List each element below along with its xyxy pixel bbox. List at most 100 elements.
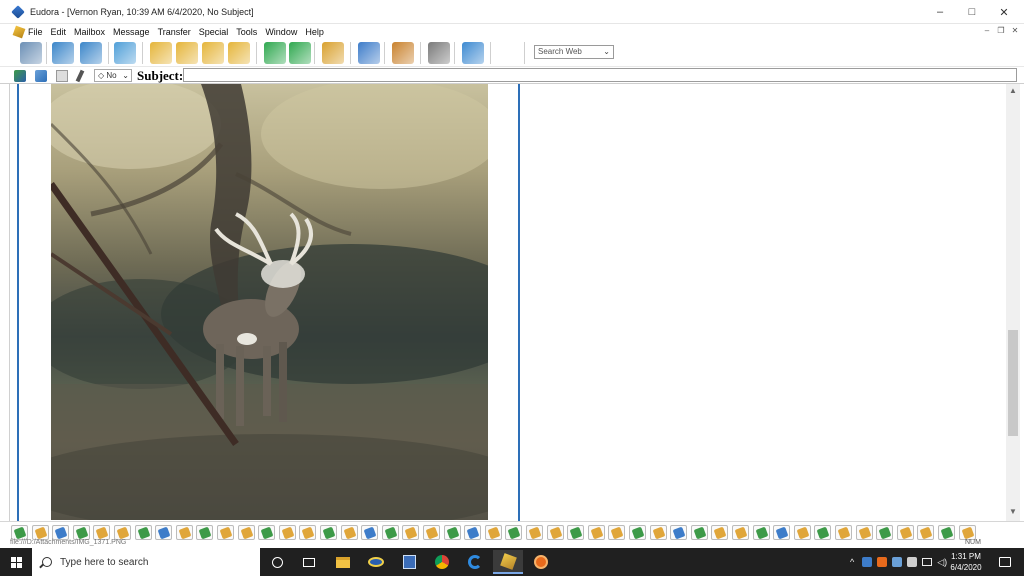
menu-transfer[interactable]: Transfer	[158, 27, 191, 37]
child-minimize-button[interactable]: –	[980, 26, 994, 35]
mailbox-button[interactable]	[711, 525, 729, 540]
send-queued-button[interactable]	[80, 42, 102, 64]
mailbox-button[interactable]	[134, 525, 152, 540]
mailbox-button[interactable]	[917, 525, 935, 540]
scrollbar-thumb[interactable]	[1008, 330, 1018, 436]
mailbox-button[interactable]	[752, 525, 770, 540]
mailbox-button[interactable]	[876, 525, 894, 540]
scroll-up-arrow-icon[interactable]: ▲	[1006, 86, 1020, 95]
attach-file-button[interactable]	[322, 42, 344, 64]
mailbox-button[interactable]	[196, 525, 214, 540]
maximize-button[interactable]: □	[956, 0, 988, 24]
mailbox-button[interactable]	[237, 525, 255, 540]
taskbar-search-box[interactable]: Type here to search	[32, 548, 260, 576]
taskbar-eudora[interactable]	[493, 550, 523, 574]
mailbox-button[interactable]	[278, 525, 296, 540]
taskbar-clock[interactable]: 1:31 PM 6/4/2020	[946, 551, 986, 573]
text-style-icon[interactable]	[56, 70, 68, 82]
menu-help[interactable]: Help	[305, 27, 324, 37]
mailbox-button[interactable]	[155, 525, 173, 540]
mailbox-button[interactable]	[938, 525, 955, 540]
scroll-down-arrow-icon[interactable]: ▼	[1006, 507, 1020, 516]
previous-message-button[interactable]	[264, 42, 286, 64]
attachment-type-icon[interactable]	[14, 70, 26, 82]
network-icon[interactable]	[922, 558, 933, 566]
mailbox-button[interactable]	[320, 525, 337, 540]
mailbox-button[interactable]	[52, 525, 70, 540]
mailbox-button[interactable]	[855, 525, 873, 540]
new-message-button[interactable]	[114, 42, 136, 64]
action-center-button[interactable]	[990, 550, 1020, 574]
mailbox-button[interactable]	[299, 525, 317, 540]
mailbox-button[interactable]	[93, 525, 111, 540]
mailbox-button[interactable]	[505, 525, 523, 540]
signature-icon[interactable]	[35, 70, 47, 82]
menu-special[interactable]: Special	[199, 27, 229, 37]
reply-button[interactable]	[150, 42, 172, 64]
mailbox-button[interactable]	[31, 525, 49, 540]
forward-button[interactable]	[202, 42, 224, 64]
edit-pencil-icon[interactable]	[75, 69, 85, 83]
child-restore-button[interactable]: ❐	[994, 26, 1008, 35]
menu-file[interactable]: File	[28, 27, 43, 37]
taskbar-app-editor[interactable]	[394, 550, 424, 574]
vertical-scrollbar[interactable]: ▲ ▼	[1006, 84, 1020, 521]
start-button[interactable]	[0, 548, 32, 576]
trash-can-button[interactable]	[20, 42, 42, 64]
taskbar-edge[interactable]	[460, 550, 490, 574]
address-book-button[interactable]	[392, 42, 414, 64]
mailbox-button[interactable]	[896, 525, 914, 540]
subject-input[interactable]	[183, 68, 1017, 82]
tray-cloud-icon[interactable]	[892, 557, 903, 567]
mailbox-button[interactable]	[608, 525, 626, 540]
tray-vpn-icon[interactable]	[877, 557, 888, 567]
mailbox-button[interactable]	[629, 525, 646, 540]
mailbox-button[interactable]	[423, 525, 440, 540]
mailbox-button[interactable]	[958, 525, 976, 540]
mailbox-button[interactable]	[732, 525, 749, 540]
mailbox-button[interactable]	[11, 525, 28, 540]
mailbox-button[interactable]	[217, 525, 234, 540]
close-button[interactable]: ✕	[988, 0, 1020, 24]
taskbar-chrome[interactable]	[427, 550, 457, 574]
next-message-button[interactable]	[289, 42, 311, 64]
taskbar-app-eye[interactable]	[361, 550, 391, 574]
cortana-button[interactable]	[262, 550, 292, 574]
mailbox-button[interactable]	[72, 525, 90, 540]
mailbox-button[interactable]	[484, 525, 502, 540]
message-window-icon[interactable]	[12, 25, 26, 38]
mailbox-button[interactable]	[361, 525, 379, 540]
mailbox-button[interactable]	[690, 525, 708, 540]
mailbox-button[interactable]	[114, 525, 131, 540]
mailbox-button[interactable]	[773, 525, 791, 540]
taskbar-vpn[interactable]	[526, 550, 556, 574]
menu-edit[interactable]: Edit	[51, 27, 67, 37]
mailbox-button[interactable]	[835, 525, 852, 540]
mailbox-button[interactable]	[381, 525, 399, 540]
mailbox-button[interactable]	[670, 525, 688, 540]
mailbox-button[interactable]	[258, 525, 276, 540]
mailbox-button[interactable]	[587, 525, 605, 540]
print-button[interactable]	[428, 42, 450, 64]
mailbox-button[interactable]	[175, 525, 193, 540]
menu-tools[interactable]: Tools	[236, 27, 257, 37]
menu-window[interactable]: Window	[265, 27, 297, 37]
task-view-button[interactable]	[294, 550, 324, 574]
mailbox-button[interactable]	[546, 525, 564, 540]
redirect-button[interactable]	[228, 42, 250, 64]
menu-message[interactable]: Message	[113, 27, 150, 37]
reply-all-button[interactable]	[176, 42, 198, 64]
check-mail-button[interactable]	[52, 42, 74, 64]
search-web-dropdown[interactable]: Search Web ⌄	[534, 45, 614, 59]
minimize-button[interactable]: –	[924, 0, 956, 24]
mailbox-button[interactable]	[402, 525, 420, 540]
child-close-button[interactable]: ✕	[1008, 26, 1022, 35]
mailbox-button[interactable]	[567, 525, 585, 540]
mailbox-button[interactable]	[340, 525, 358, 540]
mailbox-button[interactable]	[464, 525, 482, 540]
tray-onedrive-icon[interactable]	[907, 557, 918, 567]
menu-mailbox[interactable]: Mailbox	[74, 27, 105, 37]
mailbox-button[interactable]	[526, 525, 543, 540]
help-button[interactable]	[462, 42, 484, 64]
priority-dropdown[interactable]: ◇ No ⌄	[94, 69, 132, 82]
